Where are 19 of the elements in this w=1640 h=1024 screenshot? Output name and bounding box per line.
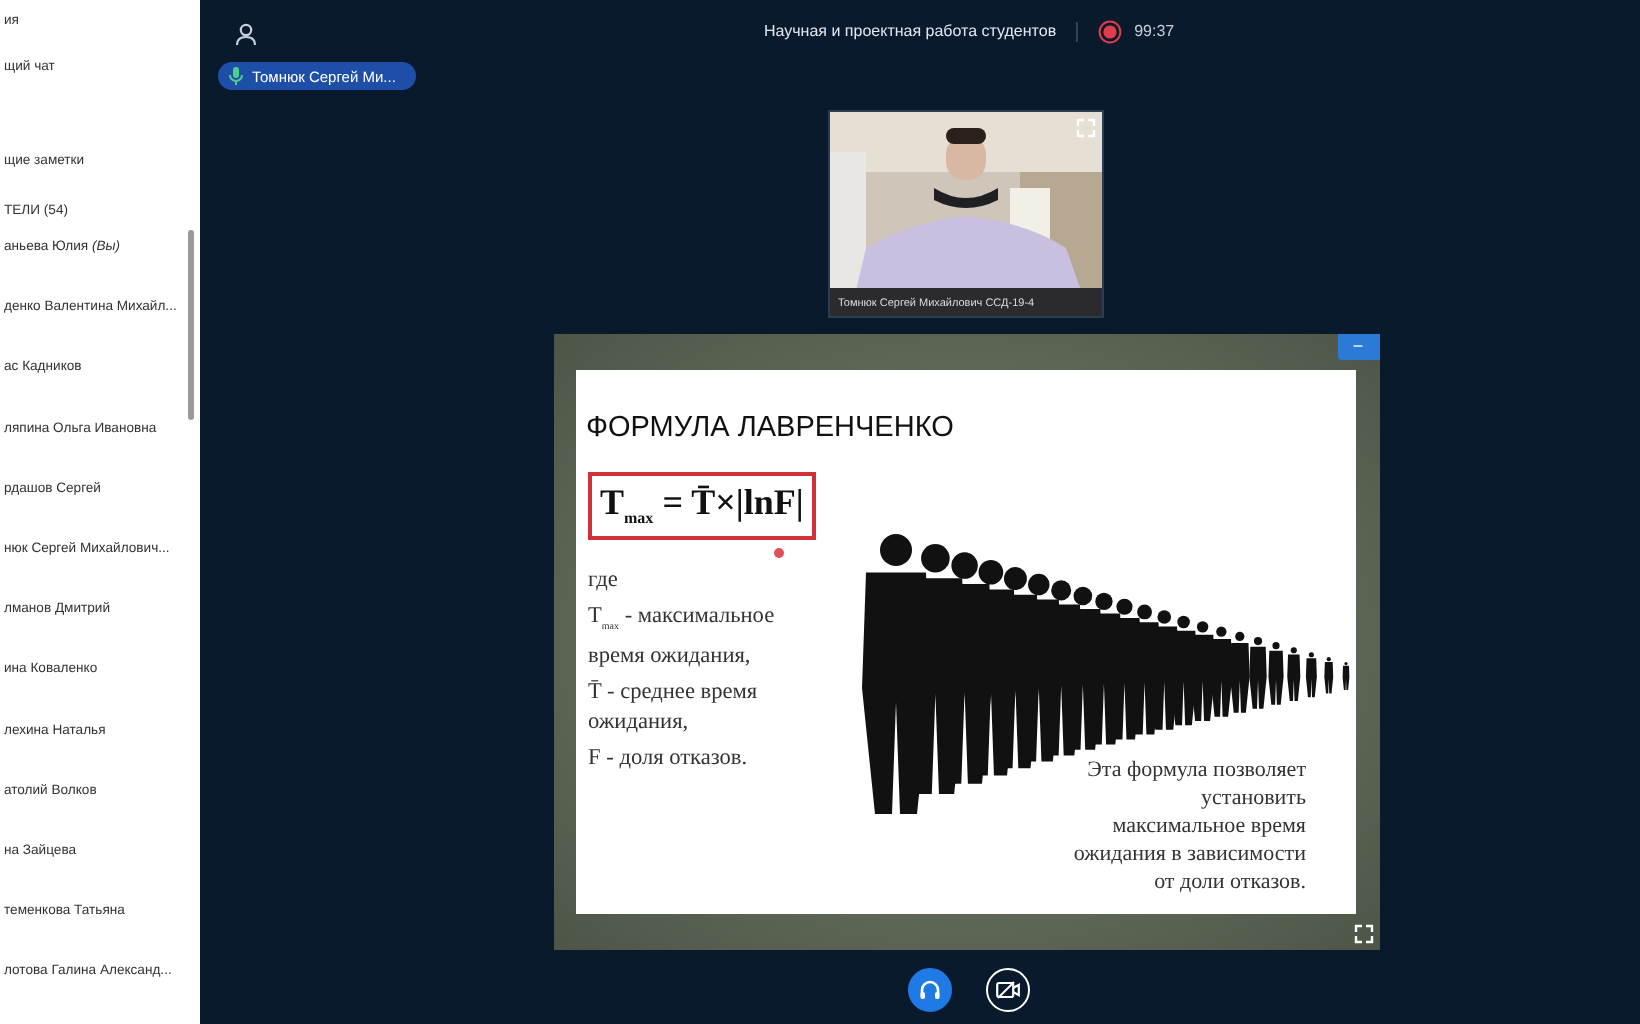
headphones-icon [917,978,941,1002]
pointer-dot [774,548,784,558]
slide-title: ФОРМУЛА ЛАВРЕНЧЕНКО [586,412,954,444]
scrollbar-thumb[interactable] [188,230,194,420]
microphone-icon [228,66,244,86]
legend-text: T$_{max}$ - максимальное время ожидания, [588,602,777,673]
legend-text: F - доля отказов. [588,744,750,775]
formula-text: T$_{max}$ = T̄×|lnF| [588,472,816,540]
minimize-button[interactable]: − [1337,334,1379,360]
camera-off-icon [995,980,1019,1000]
slide-note: Эта формула позволяет установить максимальное время ожидания в зависимости от доли отказов. [1071,756,1306,896]
legend-text: где [588,566,620,596]
timer-text: 99:37 [1134,22,1175,40]
legend-text: T̄ - среднее время ожидания, [588,678,760,739]
expand-icon[interactable] [1353,924,1373,944]
event-title: Научная и проектная работа студентов [764,22,1057,40]
user-icon[interactable] [234,22,258,46]
headphones-button[interactable] [907,968,951,1012]
camera-button[interactable] [985,968,1029,1012]
